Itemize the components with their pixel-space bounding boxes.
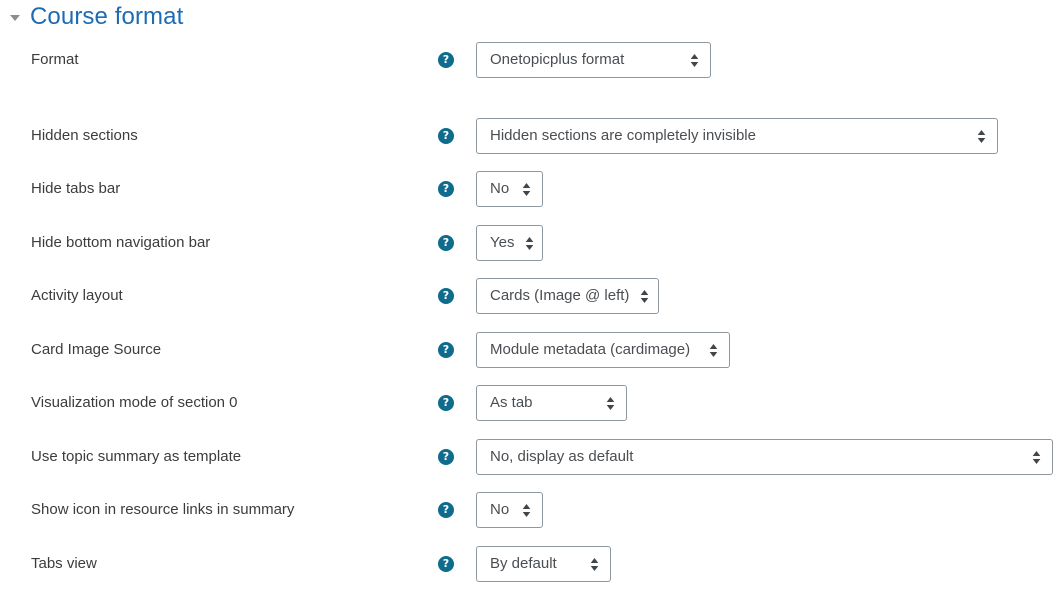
form-row-format: Format? Onetopicplus format [0, 42, 1058, 78]
select-updown-arrows-icon [756, 129, 987, 144]
select-updown-arrows-icon [633, 450, 1042, 465]
form-row-hide-tabs-bar: Hide tabs bar? No [0, 171, 1058, 207]
select-visualization-mode-of-section-0[interactable]: As tab [476, 385, 627, 421]
select-value-activity-layout: Cards (Image @ left) [490, 287, 630, 304]
form-row-activity-layout: Activity layout? Cards (Image @ left) [0, 278, 1058, 314]
help-icon-use-topic-summary-as-template[interactable]: ? [438, 449, 454, 465]
select-hide-bottom-navigation-bar[interactable]: Yes [476, 225, 543, 261]
select-tabs-view[interactable]: By default [476, 546, 611, 582]
select-value-tabs-view: By default [490, 555, 557, 572]
select-updown-arrows-icon [509, 182, 532, 197]
form-row-hidden-sections: Hidden sections? Hidden sections are comp… [0, 118, 1058, 154]
select-value-hide-tabs-bar: No [490, 180, 510, 197]
label-use-topic-summary-as-template: Use topic summary as template [31, 448, 242, 465]
help-icon-hide-bottom-navigation-bar[interactable]: ? [438, 235, 454, 251]
select-value-hide-bottom-navigation-bar: Yes [490, 234, 515, 251]
help-icon-card-image-source[interactable]: ? [438, 342, 454, 358]
select-updown-arrows-icon [629, 289, 650, 304]
course-format-settings-form: Format? Onetopicplus format Hidden section… [0, 0, 1058, 589]
select-updown-arrows-icon [514, 236, 535, 251]
select-updown-arrows-icon [557, 557, 600, 572]
select-value-card-image-source: Module metadata (cardimage) [490, 341, 691, 358]
select-updown-arrows-icon [690, 343, 719, 358]
select-updown-arrows-icon [533, 396, 616, 411]
select-value-visualization-mode-of-section-0: As tab [490, 394, 533, 411]
label-format: Format [31, 51, 79, 68]
label-card-image-source: Card Image Source [31, 341, 162, 358]
select-use-topic-summary-as-template[interactable]: No, display as default [476, 439, 1053, 475]
help-icon-tabs-view[interactable]: ? [438, 556, 454, 572]
help-icon-hide-tabs-bar[interactable]: ? [438, 181, 454, 197]
select-updown-arrows-icon [624, 53, 700, 68]
help-icon-activity-layout[interactable]: ? [438, 288, 454, 304]
help-icon-visualization-mode-of-section-0[interactable]: ? [438, 395, 454, 411]
help-icon-show-icon-in-resource-links-in-summary[interactable]: ? [438, 502, 454, 518]
form-row-hide-bottom-navigation-bar: Hide bottom navigation bar? Yes [0, 225, 1058, 261]
label-hidden-sections: Hidden sections [31, 127, 138, 144]
help-icon-format[interactable]: ? [438, 52, 454, 68]
select-value-format: Onetopicplus format [490, 51, 625, 68]
label-hide-tabs-bar: Hide tabs bar [31, 180, 121, 197]
help-icon-hidden-sections[interactable]: ? [438, 128, 454, 144]
select-card-image-source[interactable]: Module metadata (cardimage) [476, 332, 730, 368]
form-row-visualization-mode-of-section-0: Visualization mode of section 0? As tab [0, 385, 1058, 421]
form-row-show-icon-in-resource-links-in-summary: Show icon in resource links in summary? N… [0, 492, 1058, 528]
select-value-use-topic-summary-as-template: No, display as default [490, 448, 634, 465]
select-show-icon-in-resource-links-in-summary[interactable]: No [476, 492, 543, 528]
label-tabs-view: Tabs view [31, 555, 97, 572]
select-updown-arrows-icon [509, 503, 532, 518]
select-hide-tabs-bar[interactable]: No [476, 171, 543, 207]
select-value-hidden-sections: Hidden sections are completely invisible [490, 127, 756, 144]
label-hide-bottom-navigation-bar: Hide bottom navigation bar [31, 234, 211, 251]
form-row-use-topic-summary-as-template: Use topic summary as template? No, displa… [0, 439, 1058, 475]
select-hidden-sections[interactable]: Hidden sections are completely invisible [476, 118, 998, 154]
select-format[interactable]: Onetopicplus format [476, 42, 711, 78]
select-activity-layout[interactable]: Cards (Image @ left) [476, 278, 659, 314]
form-row-card-image-source: Card Image Source? Module metadata (cardi… [0, 332, 1058, 368]
form-row-tabs-view: Tabs view? By default [0, 546, 1058, 582]
label-show-icon-in-resource-links-in-summary: Show icon in resource links in summary [31, 501, 295, 518]
label-activity-layout: Activity layout [31, 287, 123, 304]
select-value-show-icon-in-resource-links-in-summary: No [490, 501, 510, 518]
label-visualization-mode-of-section-0: Visualization mode of section 0 [31, 394, 238, 411]
